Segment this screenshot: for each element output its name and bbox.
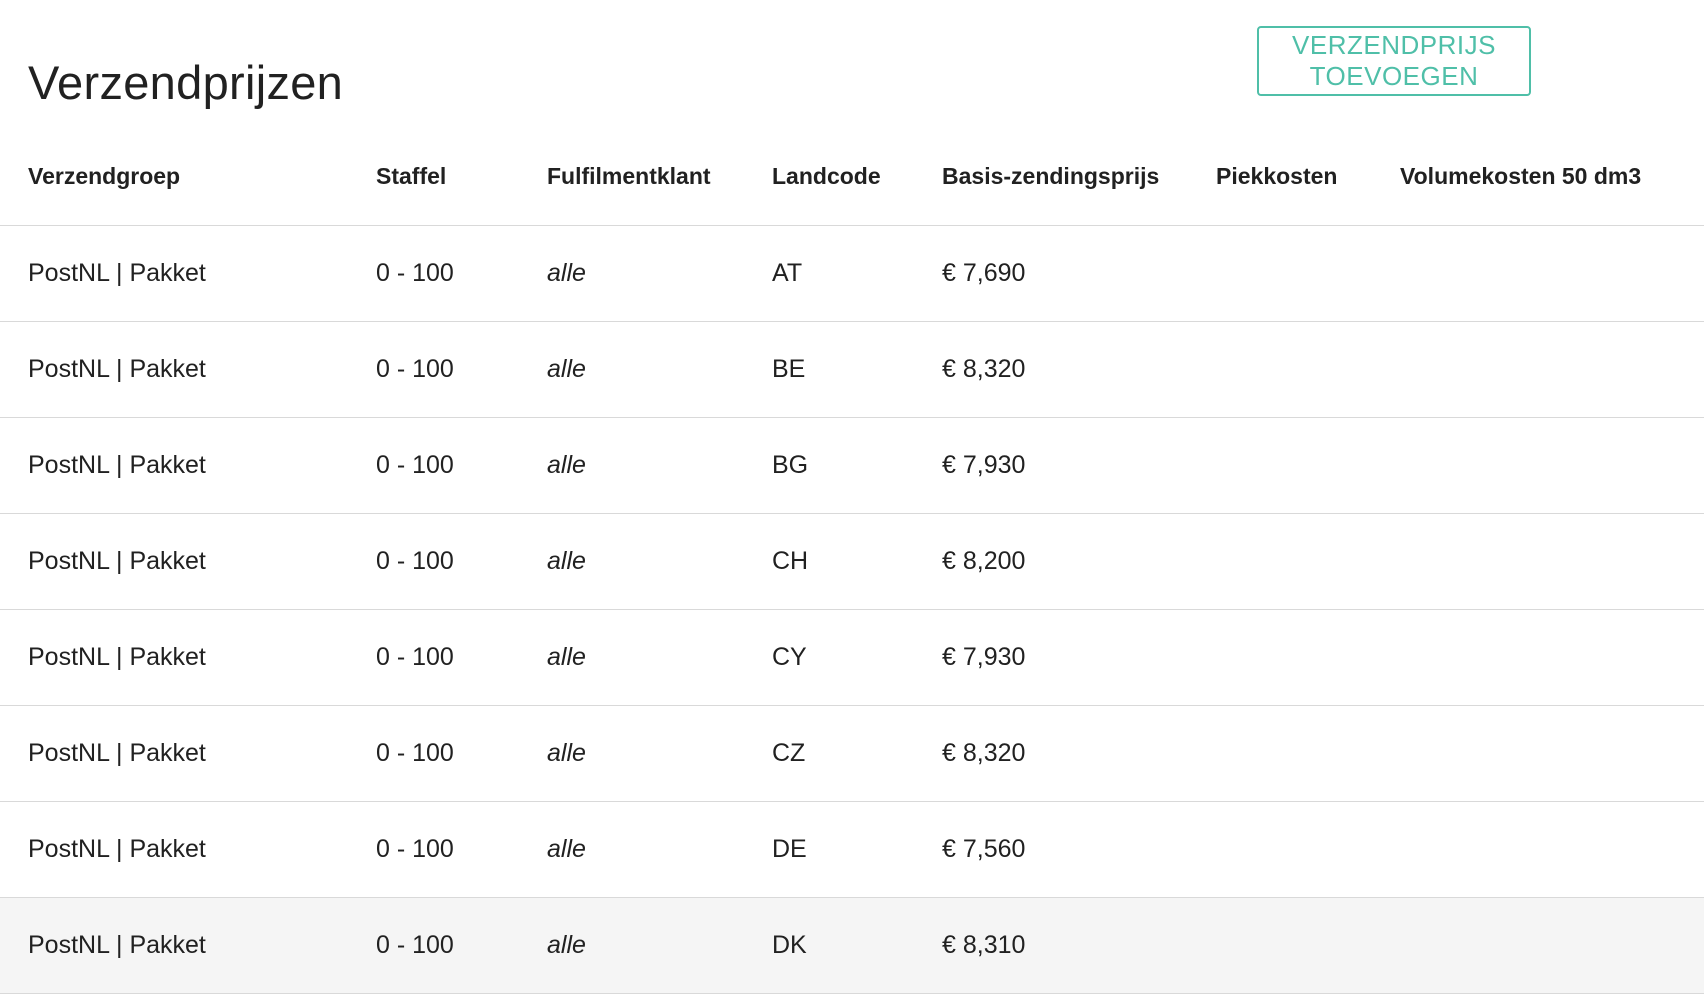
cell-staffel: 0 - 100 [376,417,547,514]
column-header-landcode[interactable]: Landcode [772,128,942,226]
cell-volumekosten [1400,609,1704,706]
cell-basis-zendingsprijs: € 8,320 [942,321,1216,418]
cell-piekkosten [1216,513,1400,610]
cell-landcode: CY [772,609,942,706]
cell-basis-zendingsprijs: € 8,200 [942,513,1216,610]
cell-volumekosten [1400,417,1704,514]
cell-verzendgroep: PostNL | Pakket [0,609,376,706]
column-header-volumekosten[interactable]: Volumekosten 50 dm3 [1400,128,1704,226]
cell-fulfilmentklant: alle [547,801,772,898]
cell-landcode: DE [772,801,942,898]
cell-piekkosten [1216,225,1400,322]
table-body: PostNL | Pakket 0 - 100 alle AT € 7,690 … [0,225,1704,994]
cell-verzendgroep: PostNL | Pakket [0,897,376,994]
column-header-piekkosten[interactable]: Piekkosten [1216,128,1400,226]
table-row[interactable]: PostNL | Pakket 0 - 100 alle BG € 7,930 [0,417,1704,514]
cell-verzendgroep: PostNL | Pakket [0,513,376,610]
cell-volumekosten [1400,705,1704,802]
shipping-prices-table: Verzendgroep Staffel Fulfilmentklant Lan… [0,128,1704,994]
cell-piekkosten [1216,897,1400,994]
cell-fulfilmentklant: alle [547,513,772,610]
add-shipping-price-button[interactable]: VERZENDPRIJS TOEVOEGEN [1257,26,1531,96]
column-header-fulfilmentklant[interactable]: Fulfilmentklant [547,128,772,226]
cell-verzendgroep: PostNL | Pakket [0,417,376,514]
column-header-staffel[interactable]: Staffel [376,128,547,226]
cell-staffel: 0 - 100 [376,801,547,898]
cell-basis-zendingsprijs: € 8,320 [942,705,1216,802]
cell-staffel: 0 - 100 [376,513,547,610]
cell-staffel: 0 - 100 [376,321,547,418]
column-header-verzendgroep[interactable]: Verzendgroep [0,128,376,226]
cell-fulfilmentklant: alle [547,609,772,706]
table-row[interactable]: PostNL | Pakket 0 - 100 alle CH € 8,200 [0,513,1704,610]
table-row[interactable]: PostNL | Pakket 0 - 100 alle CZ € 8,320 [0,705,1704,802]
cell-fulfilmentklant: alle [547,225,772,322]
cell-volumekosten [1400,513,1704,610]
cell-landcode: BE [772,321,942,418]
cell-volumekosten [1400,225,1704,322]
table-row[interactable]: PostNL | Pakket 0 - 100 alle AT € 7,690 [0,225,1704,322]
page-title: Verzendprijzen [28,56,344,110]
table-row[interactable]: PostNL | Pakket 0 - 100 alle DE € 7,560 [0,801,1704,898]
cell-verzendgroep: PostNL | Pakket [0,801,376,898]
cell-landcode: CZ [772,705,942,802]
table-header: Verzendgroep Staffel Fulfilmentklant Lan… [0,128,1704,226]
cell-piekkosten [1216,417,1400,514]
table-row[interactable]: PostNL | Pakket 0 - 100 alle CY € 7,930 [0,609,1704,706]
cell-staffel: 0 - 100 [376,897,547,994]
cell-piekkosten [1216,801,1400,898]
cell-verzendgroep: PostNL | Pakket [0,705,376,802]
cell-landcode: CH [772,513,942,610]
cell-landcode: DK [772,897,942,994]
cell-piekkosten [1216,609,1400,706]
cell-verzendgroep: PostNL | Pakket [0,321,376,418]
cell-fulfilmentklant: alle [547,897,772,994]
table-row[interactable]: PostNL | Pakket 0 - 100 alle DK € 8,310 [0,897,1704,994]
cell-basis-zendingsprijs: € 7,930 [942,609,1216,706]
cell-landcode: BG [772,417,942,514]
cell-piekkosten [1216,321,1400,418]
cell-volumekosten [1400,897,1704,994]
cell-fulfilmentklant: alle [547,417,772,514]
cell-staffel: 0 - 100 [376,705,547,802]
column-header-basis-zendingsprijs[interactable]: Basis-zendingsprijs [942,128,1216,226]
cell-staffel: 0 - 100 [376,225,547,322]
cell-basis-zendingsprijs: € 7,560 [942,801,1216,898]
cell-staffel: 0 - 100 [376,609,547,706]
cell-basis-zendingsprijs: € 7,690 [942,225,1216,322]
cell-landcode: AT [772,225,942,322]
cell-volumekosten [1400,321,1704,418]
cell-basis-zendingsprijs: € 7,930 [942,417,1216,514]
table-header-row: Verzendgroep Staffel Fulfilmentklant Lan… [0,128,1704,226]
table-row[interactable]: PostNL | Pakket 0 - 100 alle BE € 8,320 [0,321,1704,418]
cell-piekkosten [1216,705,1400,802]
cell-fulfilmentklant: alle [547,705,772,802]
cell-basis-zendingsprijs: € 8,310 [942,897,1216,994]
cell-fulfilmentklant: alle [547,321,772,418]
cell-volumekosten [1400,801,1704,898]
cell-verzendgroep: PostNL | Pakket [0,225,376,322]
